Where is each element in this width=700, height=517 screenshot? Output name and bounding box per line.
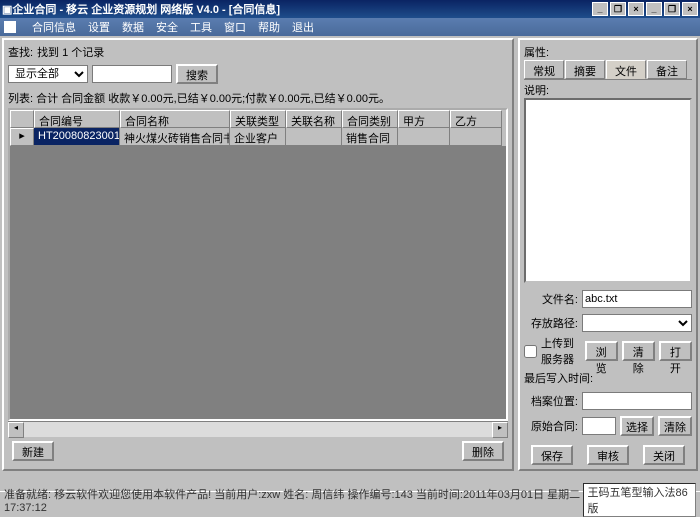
description-label: 说明: xyxy=(524,82,692,98)
app-icon: ▣ xyxy=(2,3,12,16)
select-button[interactable]: 选择 xyxy=(620,416,654,436)
child-close-button[interactable]: × xyxy=(682,2,698,16)
menu-exit[interactable]: 退出 xyxy=(292,19,314,35)
cell-contract-type[interactable]: 销售合同 xyxy=(342,128,398,146)
col-contract-no[interactable]: 合同编号 xyxy=(34,110,120,128)
search-button[interactable]: 搜索 xyxy=(176,64,218,84)
archive-input[interactable] xyxy=(582,392,692,410)
scroll-right-icon[interactable]: ▸ xyxy=(492,422,508,438)
search-result-count: 找到 1 个记录 xyxy=(37,44,104,60)
search-input[interactable] xyxy=(92,65,172,83)
close-button[interactable]: × xyxy=(628,2,644,16)
row-indicator-icon: ▸ xyxy=(10,128,34,146)
ime-indicator[interactable]: 王码五笔型输入法86版 xyxy=(583,483,696,517)
menu-window[interactable]: 窗口 xyxy=(224,19,246,35)
menu-tools[interactable]: 工具 xyxy=(190,19,212,35)
audit-button[interactable]: 审核 xyxy=(587,445,629,465)
status-text: 准备就绪: 移云软件欢迎您使用本软件产品! 当前用户:zxw 姓名: 周信纬 操… xyxy=(4,486,583,514)
open-button[interactable]: 打开 xyxy=(659,341,692,361)
save-button[interactable]: 保存 xyxy=(531,445,573,465)
cell-contract-name[interactable]: 神火煤火砖销售合同书 xyxy=(120,128,230,146)
child-minimize-button[interactable]: _ xyxy=(646,2,662,16)
original-input[interactable] xyxy=(582,417,616,435)
menu-help[interactable]: 帮助 xyxy=(258,19,280,35)
clear-button[interactable]: 清除 xyxy=(622,341,655,361)
delete-button[interactable]: 删除 xyxy=(462,441,504,461)
menu-data[interactable]: 数据 xyxy=(122,19,144,35)
cell-contract-no[interactable]: HT20080823001 xyxy=(34,128,120,146)
cell-party-b[interactable] xyxy=(450,128,502,146)
list-summary: 列表: 合计 合同金额 收款￥0.00元,已结￥0.00元;付款￥0.00元,已… xyxy=(8,90,508,106)
close-panel-button[interactable]: 关闭 xyxy=(643,445,685,465)
browse-button[interactable]: 浏览 xyxy=(585,341,618,361)
col-party-a[interactable]: 甲方 xyxy=(398,110,450,128)
row-selector-header xyxy=(10,110,34,128)
col-relation-name[interactable]: 关联名称 xyxy=(286,110,342,128)
cell-party-a[interactable] xyxy=(398,128,450,146)
description-textarea[interactable] xyxy=(524,98,692,283)
minimize-button[interactable]: _ xyxy=(592,2,608,16)
clear2-button[interactable]: 清除 xyxy=(658,416,692,436)
tab-notes[interactable]: 备注 xyxy=(647,60,687,79)
tab-summary[interactable]: 摘要 xyxy=(565,60,605,79)
col-relation-type[interactable]: 关联类型 xyxy=(230,110,286,128)
col-contract-name[interactable]: 合同名称 xyxy=(120,110,230,128)
col-party-b[interactable]: 乙方 xyxy=(450,110,502,128)
contract-grid[interactable]: 合同编号 合同名称 关联类型 关联名称 合同类别 甲方 乙方 ▸ HT20080… xyxy=(8,108,508,421)
filter-select[interactable]: 显示全部 xyxy=(8,65,88,83)
scroll-left-icon[interactable]: ◂ xyxy=(8,422,24,438)
archive-label: 档案位置: xyxy=(524,393,578,409)
cell-relation-type[interactable]: 企业客户 xyxy=(230,128,286,146)
menu-contract-info[interactable]: 合同信息 xyxy=(32,19,76,35)
path-label: 存放路径: xyxy=(524,315,578,331)
upload-checkbox[interactable] xyxy=(524,345,537,358)
filename-label: 文件名: xyxy=(524,291,578,307)
restore-button[interactable]: ❐ xyxy=(610,2,626,16)
tab-file[interactable]: 文件 xyxy=(606,60,646,79)
table-row[interactable]: ▸ HT20080823001 神火煤火砖销售合同书 企业客户 销售合同 xyxy=(10,128,506,146)
horizontal-scrollbar[interactable]: ◂ ▸ xyxy=(8,421,508,437)
cell-relation-name[interactable] xyxy=(286,128,342,146)
filename-input[interactable] xyxy=(582,290,692,308)
original-label: 原始合同: xyxy=(524,418,578,434)
new-button[interactable]: 新建 xyxy=(12,441,54,461)
path-select[interactable] xyxy=(582,314,692,332)
child-restore-button[interactable]: ❐ xyxy=(664,2,680,16)
upload-label: 上传到服务器 xyxy=(541,335,581,367)
app-menu-icon[interactable] xyxy=(4,21,16,33)
menu-settings[interactable]: 设置 xyxy=(88,19,110,35)
window-title: 企业合同 - 移云 企业资源规划 网络版 V4.0 - [合同信息] xyxy=(12,1,280,17)
tab-general[interactable]: 常规 xyxy=(524,60,564,79)
lastwrite-label: 最后写入时间: xyxy=(524,370,593,386)
col-contract-type[interactable]: 合同类别 xyxy=(342,110,398,128)
menu-security[interactable]: 安全 xyxy=(156,19,178,35)
search-label: 查找: xyxy=(8,44,33,60)
properties-title: 属性: xyxy=(524,44,692,60)
